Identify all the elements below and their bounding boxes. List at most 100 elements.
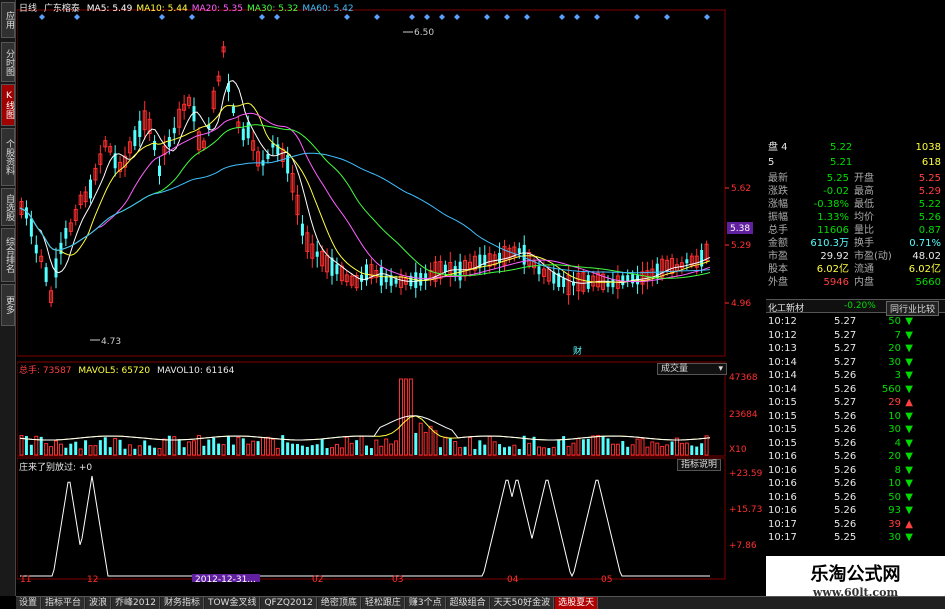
arrow-up-icon: ▲ [905,397,913,408]
bottom-tab-7[interactable]: 绝密顶底 [317,597,361,609]
tick-price: 5.25 [834,532,857,543]
volume-bar [453,441,458,456]
bottom-tab-2[interactable]: 波浪 [86,597,112,609]
volume-bar [202,445,206,455]
volume-dropdown[interactable]: 成交量 ▾ [657,363,727,375]
tick-volume: 50 [888,316,901,327]
volume-bar [365,445,368,455]
left-tab-5[interactable]: 综合排名 [1,228,15,282]
left-tab-0[interactable]: 应用 [1,2,15,38]
bottom-tab-8[interactable]: 轻松跟庄 [361,597,405,609]
volume-panel-frame [17,361,726,457]
quote-value: 29.92 [820,251,849,262]
tick-volume: 10 [888,410,901,422]
volume-bar [591,435,596,456]
bottom-tab-12[interactable]: 选股夏天 [555,597,599,609]
volume-bar [684,442,689,456]
signal-diamond [374,14,380,20]
volume-bar [251,440,256,456]
volume-bar [433,430,438,456]
tick-price: 5.26 [834,383,857,395]
volume-bar [98,440,102,455]
quote-value: 5946 [823,277,849,288]
tick-volume: 50 [888,491,901,503]
left-tab-6[interactable]: 更多 [1,284,15,326]
bottom-tab-11[interactable]: 天天50好金波 [490,597,555,609]
tick-row: 10:14 5.26 3 ▼ [768,370,945,382]
bottom-tab-4[interactable]: 财务指标 [160,597,204,609]
watermark-title: 乐淘公式网 [810,564,901,585]
volume-bar [675,437,679,456]
tick-time: 10:17 [768,532,797,543]
tick-row: 10:16 5.26 93 ▼ [768,505,945,517]
quote-row: 涨幅 -0.38% 最低 5.22 [766,199,943,211]
candle-body [89,179,92,199]
bottom-tab-10[interactable]: 超级组合 [446,597,490,609]
arrow-down-icon: ▼ [905,437,913,449]
indicator-line [20,475,710,578]
ma-legend: MA5: 5.49 MA10: 5.44 MA20: 5.35 MA30: 5.32 M… [87,4,358,14]
tick-volume: 10 [888,478,901,489]
low-marker-label: 4.73 [101,337,121,347]
candle-body [517,248,521,254]
arrow-down-icon: ▼ [905,505,913,516]
left-tab-1[interactable]: 分时图 [1,42,15,82]
volume-bar [162,438,167,456]
date-axis-label-4: 04 [507,575,519,582]
left-tab-2[interactable]: K线图 [1,84,15,126]
volume-bar [148,445,152,455]
volume-axis-label-2: X10 [729,445,747,455]
quote-label: 内盘 [854,277,874,288]
bottom-tab-3[interactable]: 乔峰2012 [112,597,160,609]
volume-bar [438,447,442,455]
left-tab-3[interactable]: 个股资料 [1,128,15,186]
bottom-tab-1[interactable]: 指标平台 [42,597,86,609]
tick-row: 10:15 5.27 29 ▲ [768,397,945,409]
bottom-tab-9[interactable]: 赚3个点 [405,597,446,609]
volume-bar [503,447,506,455]
kline-chart[interactable]: 5.62 5.29 4.96 5.38 47368 23684 X10 +23.59 +15.7… [17,0,765,582]
volume-bar [44,443,49,456]
bottom-tab-0[interactable]: 设置 [16,597,42,609]
volume-bar [275,447,280,456]
volume-bar [621,441,625,455]
volume-bar [640,438,645,456]
volume-bar [557,440,561,455]
volume-bar [517,448,521,455]
tick-volume: 39 [888,518,901,530]
arrow-down-icon: ▼ [905,383,913,395]
volume-bar [236,436,241,456]
volume-bar [227,435,230,455]
volume-bar [601,435,605,455]
bottom-tab-5[interactable]: TOW金叉线 [204,597,261,609]
arrow-down-icon: ▼ [905,410,913,422]
volume-bar [78,448,83,456]
arrow-down-icon: ▼ [905,356,913,368]
indicator-help-label: 指标说明 [681,460,718,470]
left-tab-4[interactable]: 自选股 [1,188,15,226]
candle-body [537,266,541,275]
chart-canvas[interactable]: 5.62 5.29 4.96 5.38 47368 23684 X10 +23.59 +15.7… [17,0,765,582]
quote-label: 市盈 [768,251,788,262]
tick-time: 10:16 [768,505,797,516]
quote-label: 量比 [854,225,874,236]
indicator-help-button[interactable]: 指标说明 [677,459,722,471]
bottom-tab-6[interactable]: QFZQ2012 [261,597,317,609]
arrow-down-icon: ▼ [905,491,913,503]
tick-row: 10:12 5.27 50 ▼ [768,316,945,328]
tick-time: 10:14 [768,370,797,381]
candle-body [138,120,142,137]
quote-label: 换手 [854,238,874,249]
volume-bar [650,441,655,456]
volume-bar [630,444,635,456]
quote-value: 0.87 [918,225,941,236]
candle-body [64,227,68,239]
volume-bar [310,445,314,455]
volume-bar [58,443,63,456]
tick-volume: 8 [894,464,901,476]
volume-axis-label-1: 23684 [729,410,758,420]
signal-diamond [74,14,80,20]
volume-bar [700,443,704,455]
volume-bar [492,441,497,456]
compare-button[interactable]: 同行业比较 [886,301,940,316]
